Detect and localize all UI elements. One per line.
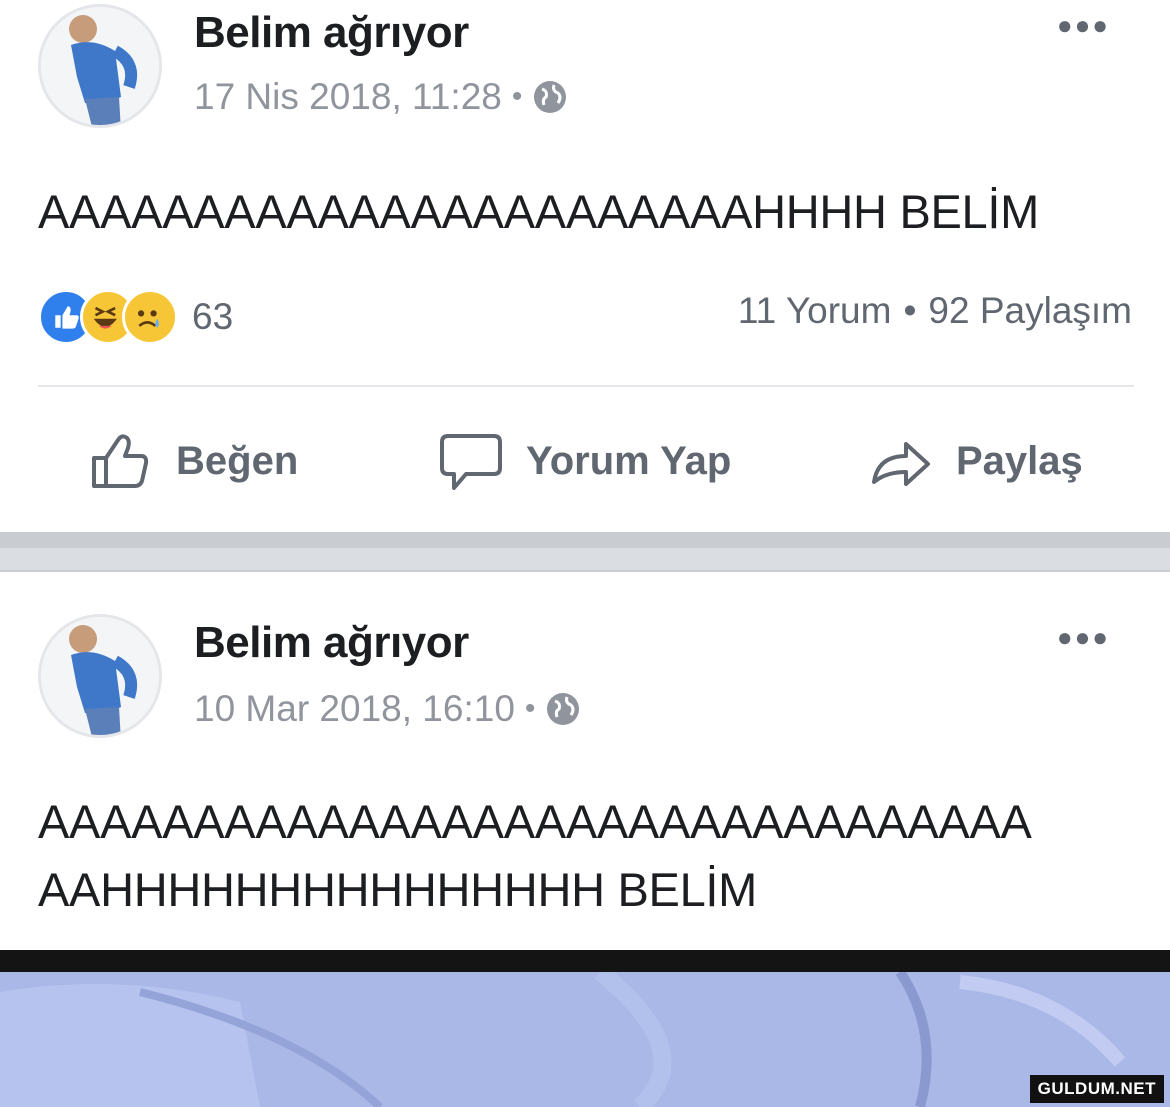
meta-separator: •	[511, 80, 523, 113]
comment-icon	[440, 434, 502, 490]
share-label: Paylaş	[956, 438, 1083, 483]
image-top-border	[0, 950, 1170, 972]
author-avatar[interactable]	[38, 614, 162, 738]
more-options-icon[interactable]: ●●●	[1057, 622, 1110, 653]
share-button[interactable]: Paylaş	[868, 428, 1083, 494]
stats-separator: •	[903, 290, 917, 331]
reaction-count: 63	[192, 296, 234, 337]
watermark: GULDUM.NET	[1029, 1075, 1164, 1103]
post-timestamp[interactable]: 17 Nis 2018, 11:28	[194, 76, 502, 118]
thumbs-up-icon	[92, 434, 149, 488]
post-card-2: Belim ağrıyor 10 Mar 2018, 16:10 • ●●● A…	[0, 572, 1170, 950]
post-photo[interactable]: GULDUM.NET	[0, 972, 1170, 1107]
post-timestamp[interactable]: 10 Mar 2018, 16:10	[194, 688, 515, 730]
like-label: Beğen	[176, 438, 299, 483]
author-avatar[interactable]	[38, 4, 162, 128]
more-options-icon[interactable]: ●●●	[1057, 10, 1110, 41]
author-name[interactable]: Belim ağrıyor	[194, 618, 469, 668]
comment-count[interactable]: 11 Yorum	[738, 290, 892, 332]
post-text-line-1: AAAAAAAAAAAAAAAAAAAAAAAAAAAAAAAA	[38, 795, 1032, 848]
share-icon	[872, 442, 930, 486]
divider	[38, 385, 1134, 387]
post-card-1: Belim ağrıyor 17 Nis 2018, 11:28 • ●●● A…	[0, 0, 1170, 532]
comment-label: Yorum Yap	[526, 438, 732, 483]
sad-reaction-icon	[122, 289, 178, 345]
feed-separator-inner	[0, 548, 1170, 570]
post-meta: 10 Mar 2018, 16:10 •	[194, 688, 581, 730]
comment-button[interactable]: Yorum Yap	[438, 428, 731, 494]
reactions-summary[interactable]: 63	[38, 288, 233, 346]
post-text-line-2: AAHHHHHHHHHHHHHHH BELİM	[38, 863, 758, 916]
post-stats: 11 Yorum • 92 Paylaşım	[738, 290, 1132, 332]
author-name[interactable]: Belim ağrıyor	[194, 8, 469, 58]
like-button[interactable]: Beğen	[88, 428, 298, 494]
post-meta: 17 Nis 2018, 11:28 •	[194, 76, 568, 118]
action-bar: Beğen Yorum Yap Paylaş	[0, 420, 1170, 504]
globe-icon	[547, 693, 580, 725]
share-count[interactable]: 92 Paylaşım	[928, 290, 1132, 332]
globe-icon	[534, 81, 567, 113]
meta-separator: •	[524, 692, 536, 725]
post-text: AAAAAAAAAAAAAAAAAAAAAAAHHHH BELİM	[38, 185, 1039, 238]
